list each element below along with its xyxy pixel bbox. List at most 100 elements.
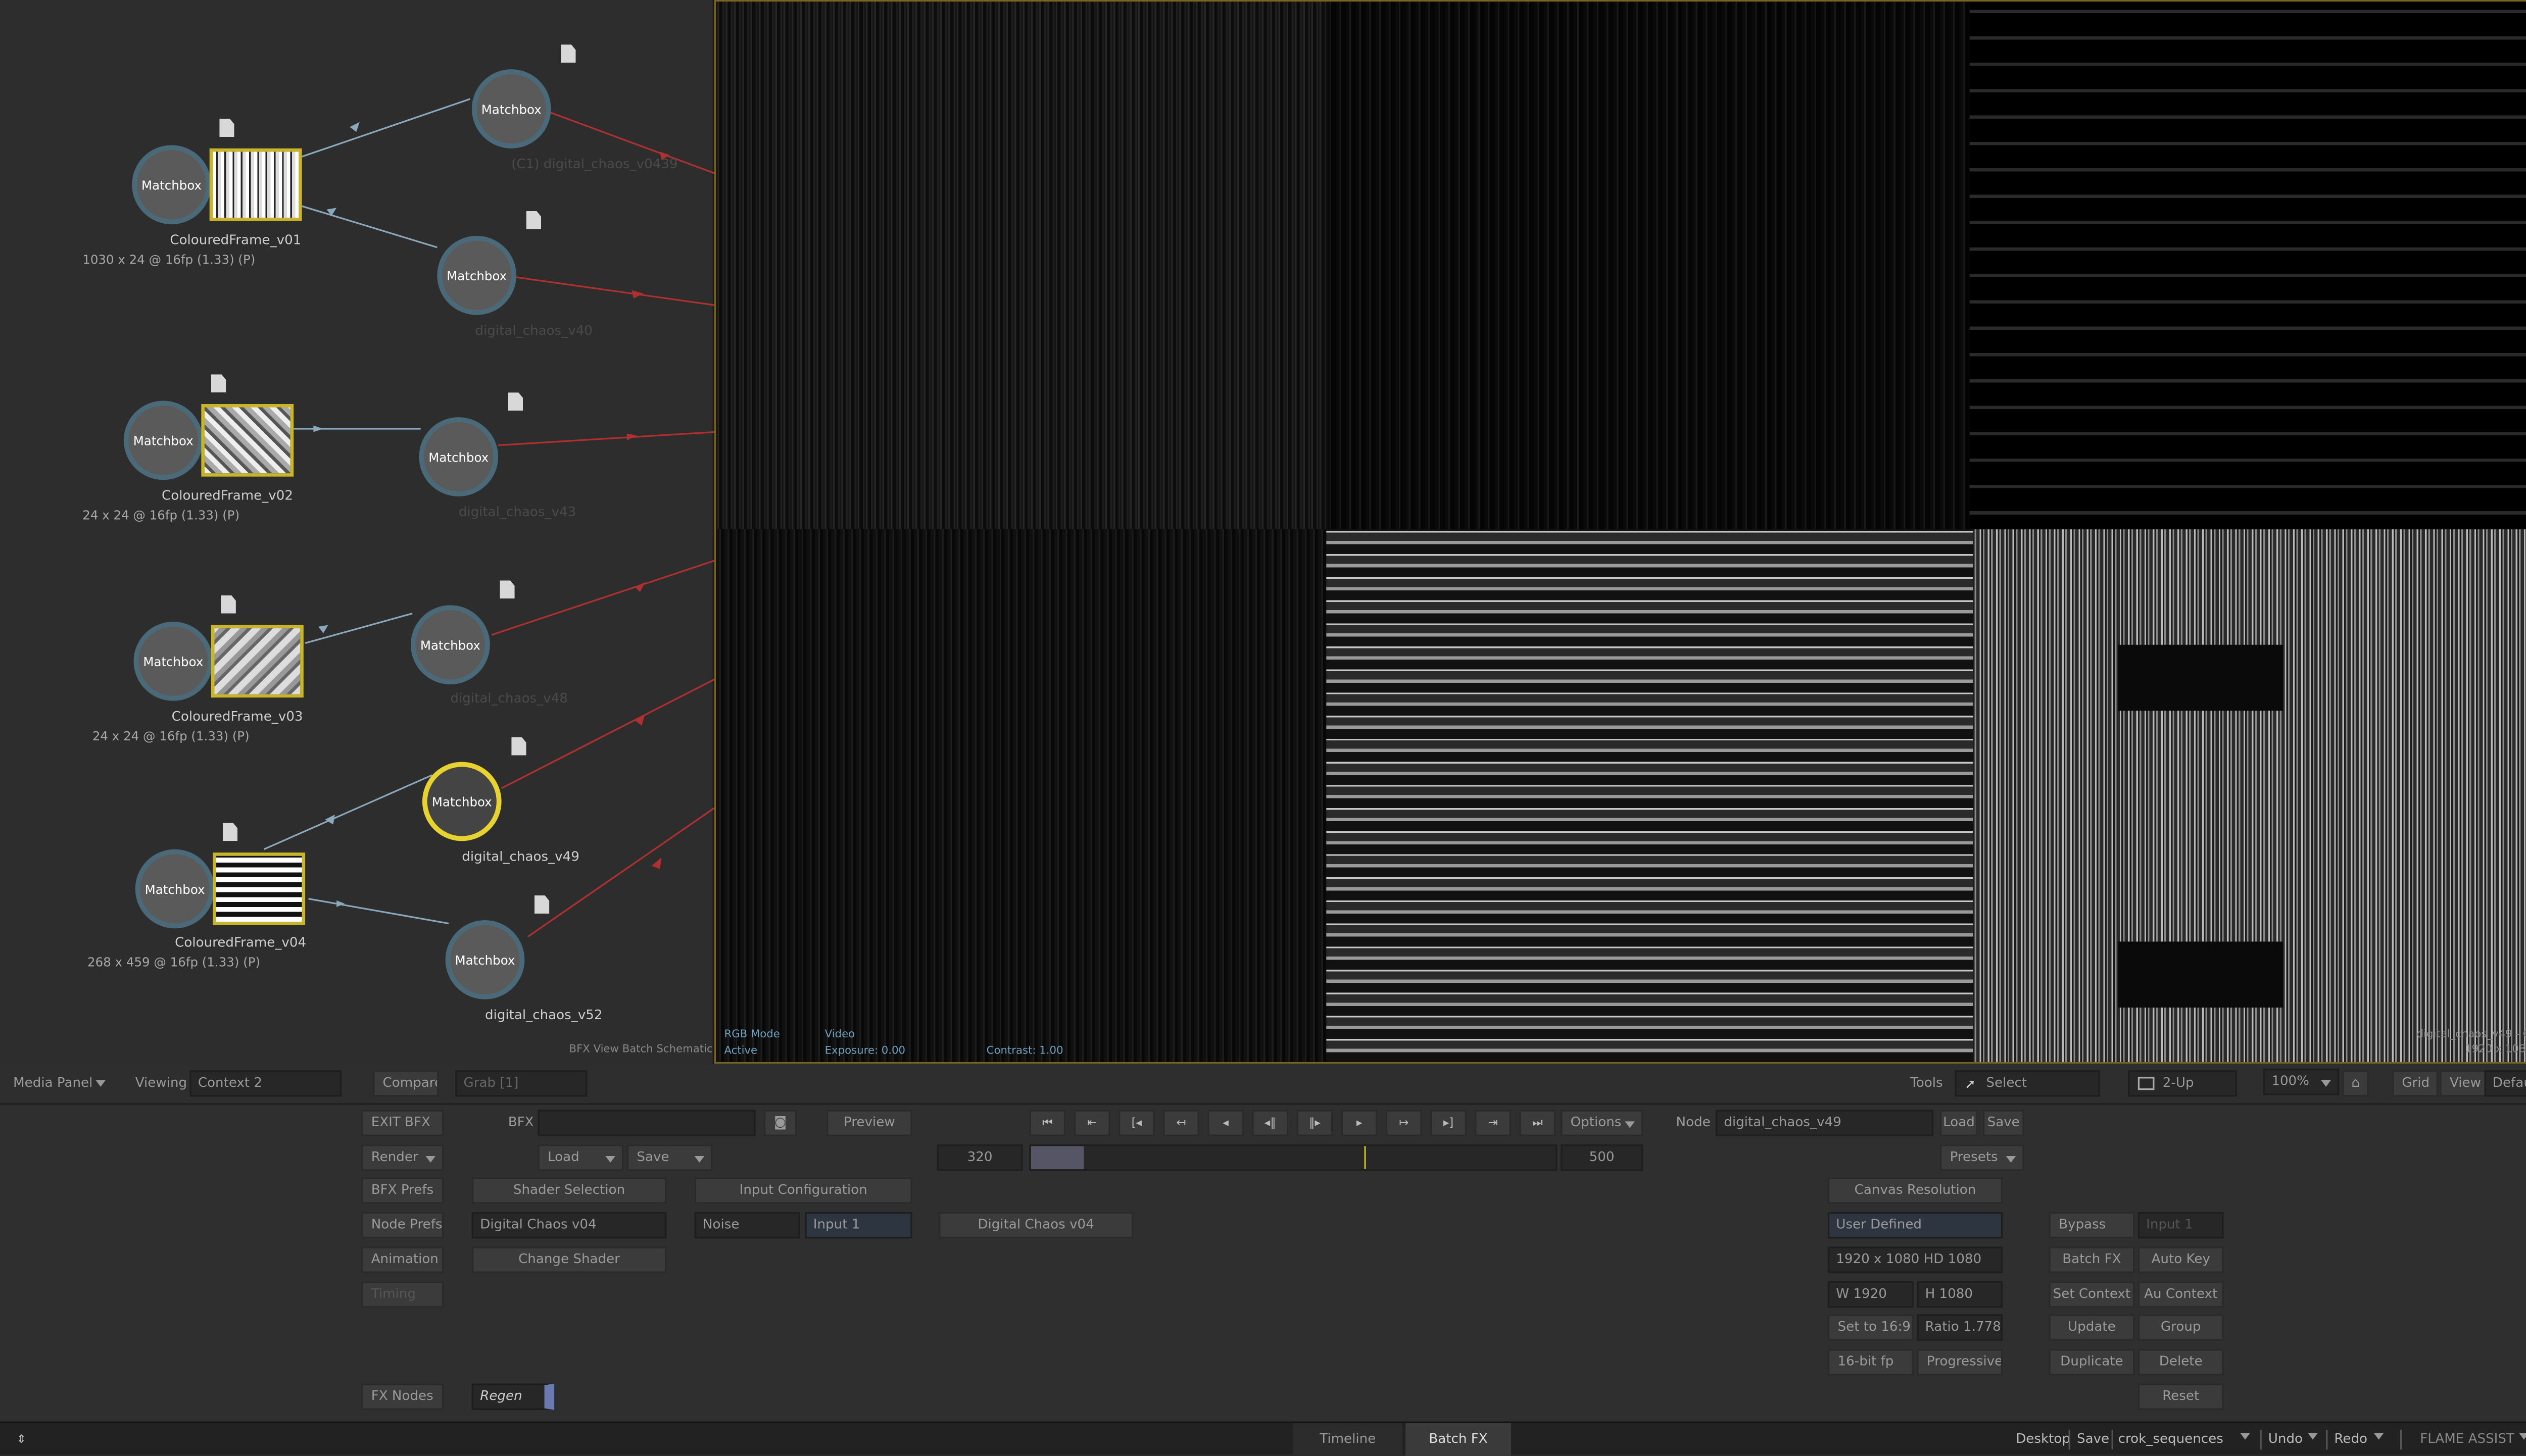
play-icon[interactable]: ▸ bbox=[1341, 1110, 1378, 1136]
document-icon[interactable] bbox=[526, 211, 542, 229]
matchbox-node-ring[interactable]: Matchbox bbox=[135, 849, 215, 929]
go-start-icon[interactable]: ⏮ bbox=[1029, 1110, 1066, 1136]
canvas-resolution-button[interactable]: Canvas Resolution bbox=[1827, 1177, 2003, 1204]
shader-value-field[interactable]: Digital Chaos v04 bbox=[471, 1212, 667, 1239]
matchbox-node-ring[interactable]: Matchbox bbox=[471, 69, 551, 148]
scan-mode-button[interactable]: Progressive bbox=[1917, 1349, 2003, 1376]
bypass-input-field[interactable]: Input 1 bbox=[2138, 1212, 2224, 1239]
step-back-key-icon[interactable]: ↤ bbox=[1163, 1110, 1199, 1136]
bypass-button[interactable]: Bypass bbox=[2049, 1212, 2135, 1239]
regen-field[interactable]: Regen bbox=[471, 1383, 555, 1410]
document-icon[interactable] bbox=[511, 737, 526, 756]
exit-bfx-button[interactable]: EXIT BFX bbox=[361, 1110, 444, 1136]
matchbox-node-ring[interactable]: Matchbox bbox=[123, 400, 203, 480]
matchbox-node-ring-selected[interactable]: Matchbox bbox=[422, 762, 502, 841]
node-name-field[interactable]: digital_chaos_v49 bbox=[1715, 1110, 1933, 1136]
timeline-scrubber[interactable] bbox=[1029, 1144, 1558, 1171]
step-back-icon[interactable]: ◂ bbox=[1207, 1110, 1244, 1136]
node-prefs-button[interactable]: Node Prefs bbox=[361, 1212, 444, 1239]
select-tool-field[interactable]: ➚ Select bbox=[1955, 1070, 2100, 1097]
node-save-button[interactable]: Save bbox=[1982, 1110, 2024, 1136]
frame-end-field[interactable]: 500 bbox=[1560, 1144, 1643, 1171]
grid-button[interactable]: Grid bbox=[2392, 1070, 2439, 1097]
bfx-name-field[interactable] bbox=[538, 1110, 756, 1136]
update-button[interactable]: Update bbox=[2049, 1314, 2135, 1341]
render-button[interactable]: Render bbox=[361, 1144, 444, 1171]
fx-nodes-button[interactable]: FX Nodes bbox=[361, 1383, 444, 1410]
document-icon[interactable] bbox=[222, 823, 238, 841]
step-forward-key-icon[interactable]: ↦ bbox=[1385, 1110, 1422, 1136]
change-shader-button[interactable]: Change Shader bbox=[471, 1246, 667, 1273]
playhead[interactable] bbox=[1364, 1146, 1366, 1170]
matchbox-node-ring[interactable]: Matchbox bbox=[411, 605, 490, 685]
home-icon[interactable]: ⌂ bbox=[2342, 1070, 2369, 1097]
frame-start-field[interactable]: 320 bbox=[937, 1144, 1023, 1171]
au-context-button[interactable]: Au Context bbox=[2138, 1281, 2224, 1308]
next-mark-icon[interactable]: ▸] bbox=[1430, 1110, 1467, 1136]
prev-key-icon[interactable]: ⇤ bbox=[1074, 1110, 1110, 1136]
width-field[interactable]: W 1920 bbox=[1827, 1281, 1914, 1308]
document-icon[interactable] bbox=[561, 44, 576, 63]
next-key-icon[interactable]: ⇥ bbox=[1475, 1110, 1512, 1136]
grab-field[interactable]: Grab [1] bbox=[455, 1070, 588, 1097]
go-end-icon[interactable]: ⏭ bbox=[1519, 1110, 1556, 1136]
shader-selection-button[interactable]: Shader Selection bbox=[471, 1177, 667, 1204]
matchbox-node-ring[interactable]: Matchbox bbox=[419, 417, 499, 496]
document-icon[interactable] bbox=[508, 392, 523, 411]
image-viewer[interactable]: RGB Mode Active Video Exposure: 0.00 Con… bbox=[714, 0, 2526, 1064]
matchbox-node-ring[interactable]: Matchbox bbox=[133, 622, 213, 701]
options-dropdown[interactable]: Options bbox=[1560, 1110, 1643, 1136]
batch-fx-button[interactable]: Batch FX bbox=[2049, 1246, 2135, 1273]
auto-key-button[interactable]: Auto Key bbox=[2138, 1246, 2224, 1273]
input1-field[interactable]: Input 1 bbox=[805, 1212, 912, 1239]
expand-icon[interactable]: ⇕ bbox=[17, 1423, 26, 1456]
context-field[interactable]: Context 2 bbox=[189, 1070, 342, 1097]
matchbox-node-ring[interactable]: Matchbox bbox=[437, 235, 517, 315]
height-field[interactable]: H 1080 bbox=[1917, 1281, 2003, 1308]
matchbox-node-ring[interactable]: Matchbox bbox=[445, 920, 525, 999]
noise-field[interactable]: Noise bbox=[694, 1212, 800, 1239]
redo-dropdown[interactable]: Redo bbox=[2334, 1423, 2390, 1456]
save-button[interactable]: Save bbox=[2077, 1423, 2109, 1456]
duplicate-button[interactable]: Duplicate bbox=[2049, 1349, 2135, 1376]
document-icon[interactable] bbox=[500, 580, 515, 599]
set-context-button[interactable]: Set Context bbox=[2049, 1281, 2135, 1308]
desktop-button[interactable]: Desktop bbox=[2016, 1423, 2070, 1456]
input-configuration-button[interactable]: Input Configuration bbox=[694, 1177, 912, 1204]
project-dropdown[interactable]: crok_sequences bbox=[2118, 1423, 2257, 1456]
bfx-prefs-button[interactable]: BFX Prefs bbox=[361, 1177, 444, 1204]
matchbox-node-ring[interactable]: Matchbox bbox=[132, 145, 211, 225]
preview-button[interactable]: Preview bbox=[826, 1110, 912, 1136]
media-panel-dropdown[interactable]: Media Panel bbox=[13, 1070, 112, 1096]
two-up-button[interactable]: 2-Up bbox=[2128, 1070, 2237, 1097]
set-16-9-button[interactable]: Set to 16:9 bbox=[1827, 1314, 1914, 1341]
delete-button[interactable]: Delete bbox=[2138, 1349, 2224, 1376]
group-button[interactable]: Group bbox=[2138, 1314, 2224, 1341]
view-default-field[interactable]: Default bbox=[2484, 1070, 2526, 1097]
digital-chaos-button[interactable]: Digital Chaos v04 bbox=[938, 1212, 1134, 1239]
undo-dropdown[interactable]: Undo bbox=[2268, 1423, 2324, 1456]
user-defined-field[interactable]: User Defined bbox=[1827, 1212, 2003, 1239]
tab-timeline[interactable]: Timeline bbox=[1293, 1423, 1402, 1456]
compare-button[interactable]: Compare bbox=[372, 1070, 439, 1097]
save-dropdown[interactable]: Save bbox=[626, 1144, 713, 1171]
node-load-button[interactable]: Load bbox=[1939, 1110, 1978, 1136]
timing-button[interactable]: Timing bbox=[361, 1281, 444, 1308]
ratio-field[interactable]: Ratio 1.778 bbox=[1917, 1314, 2003, 1341]
animation-button[interactable]: Animation bbox=[361, 1246, 444, 1273]
resolution-field[interactable]: 1920 x 1080 HD 1080 bbox=[1827, 1246, 2003, 1273]
load-dropdown[interactable]: Load bbox=[538, 1144, 624, 1171]
tab-batch-fx[interactable]: Batch FX bbox=[1405, 1423, 1512, 1456]
app-name[interactable]: FLAME ASSIST bbox=[2420, 1423, 2526, 1456]
bitdepth-button[interactable]: 16-bit fp bbox=[1827, 1349, 1914, 1376]
play-reverse-icon[interactable]: ◂‖ bbox=[1252, 1110, 1289, 1136]
pause-icon[interactable]: ‖▸ bbox=[1296, 1110, 1333, 1136]
prev-mark-icon[interactable]: [◂ bbox=[1118, 1110, 1155, 1136]
node-name: (C1) digital_chaos_v0439 bbox=[511, 157, 678, 172]
view-button[interactable]: View bbox=[2440, 1070, 2486, 1097]
reset-button[interactable]: Reset bbox=[2138, 1383, 2224, 1410]
zoom-dropdown[interactable]: 100% bbox=[2263, 1068, 2340, 1095]
camera-icon[interactable]: ◙ bbox=[763, 1110, 797, 1136]
batch-schematic[interactable]: Matchbox ColouredFrame_v01 1030 x 24 @ 1… bbox=[0, 0, 714, 1064]
presets-dropdown[interactable]: Presets bbox=[1939, 1144, 2024, 1171]
